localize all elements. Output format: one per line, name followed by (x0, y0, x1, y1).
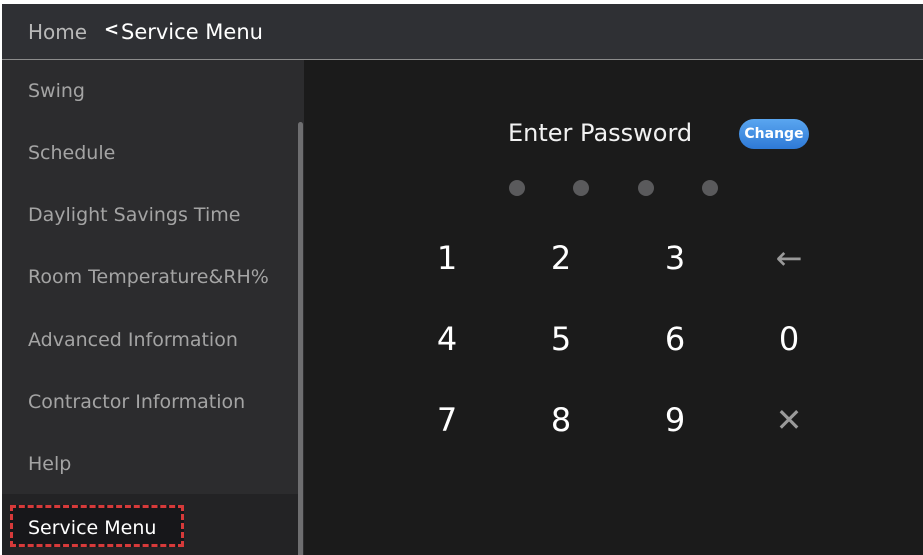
key-4[interactable]: 4 (417, 309, 477, 369)
password-prompt: Enter Password (508, 119, 693, 147)
close-icon[interactable]: ✕ (759, 390, 819, 450)
password-dot (702, 180, 718, 196)
password-dot (509, 180, 525, 196)
screen: Home < Service Menu Swing Schedule Dayli… (2, 4, 923, 555)
key-3[interactable]: 3 (645, 228, 705, 288)
key-8[interactable]: 8 (531, 390, 591, 450)
home-link[interactable]: Home (28, 20, 87, 44)
key-0[interactable]: 0 (759, 309, 819, 369)
sidebar-item-contractor-information[interactable]: Contractor Information (28, 391, 245, 413)
key-9[interactable]: 9 (645, 390, 705, 450)
sidebar-item-help[interactable]: Help (28, 453, 71, 475)
sidebar-item-daylight-savings[interactable]: Daylight Savings Time (28, 204, 240, 226)
key-6[interactable]: 6 (645, 309, 705, 369)
top-bar: Home < Service Menu (2, 4, 923, 60)
change-password-button[interactable]: Change (739, 119, 809, 149)
sidebar-item-swing[interactable]: Swing (28, 80, 85, 102)
sidebar-item-schedule[interactable]: Schedule (28, 142, 115, 164)
sidebar-item-service-menu[interactable]: Service Menu (10, 505, 184, 547)
sidebar-item-room-temperature[interactable]: Room Temperature&RH% (28, 266, 269, 288)
password-dot (573, 180, 589, 196)
sidebar-item-advanced-information[interactable]: Advanced Information (28, 329, 238, 351)
key-5[interactable]: 5 (531, 309, 591, 369)
key-2[interactable]: 2 (531, 228, 591, 288)
page-title: Service Menu (121, 20, 263, 44)
key-1[interactable]: 1 (417, 228, 477, 288)
sidebar-item-label: Service Menu (28, 517, 157, 539)
chevron-left-icon[interactable]: < (104, 19, 119, 40)
password-dot (638, 180, 654, 196)
sidebar: Swing Schedule Daylight Savings Time Roo… (2, 60, 304, 555)
backspace-arrow-icon[interactable]: ← (759, 228, 819, 288)
sidebar-scrollbar[interactable] (298, 122, 303, 555)
key-7[interactable]: 7 (417, 390, 477, 450)
